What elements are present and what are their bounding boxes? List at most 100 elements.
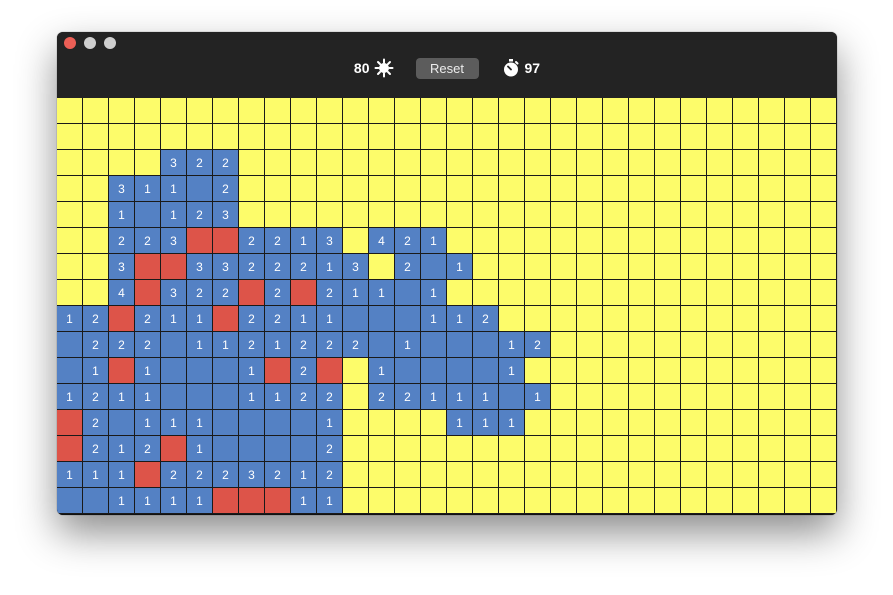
revealed-cell[interactable]: 2 (187, 150, 213, 176)
hidden-cell[interactable] (499, 488, 525, 514)
hidden-cell[interactable] (577, 436, 603, 462)
hidden-cell[interactable] (603, 254, 629, 280)
revealed-cell[interactable]: 2 (135, 332, 161, 358)
revealed-cell[interactable]: 2 (265, 306, 291, 332)
hidden-cell[interactable] (785, 150, 811, 176)
hidden-cell[interactable] (629, 332, 655, 358)
flagged-cell[interactable] (109, 358, 135, 384)
hidden-cell[interactable] (733, 358, 759, 384)
hidden-cell[interactable] (499, 202, 525, 228)
hidden-cell[interactable] (577, 306, 603, 332)
hidden-cell[interactable] (525, 410, 551, 436)
hidden-cell[interactable] (603, 98, 629, 124)
revealed-cell[interactable]: 1 (187, 436, 213, 462)
revealed-cell[interactable]: 1 (135, 410, 161, 436)
hidden-cell[interactable] (551, 436, 577, 462)
revealed-cell[interactable]: 2 (187, 202, 213, 228)
hidden-cell[interactable] (785, 436, 811, 462)
revealed-cell[interactable]: 1 (421, 280, 447, 306)
hidden-cell[interactable] (525, 228, 551, 254)
revealed-cell[interactable]: 1 (369, 280, 395, 306)
revealed-cell[interactable]: 3 (187, 254, 213, 280)
hidden-cell[interactable] (57, 150, 83, 176)
revealed-cell[interactable]: 2 (317, 280, 343, 306)
hidden-cell[interactable] (785, 358, 811, 384)
hidden-cell[interactable] (369, 410, 395, 436)
revealed-cell[interactable]: 1 (83, 462, 109, 488)
revealed-cell[interactable]: 2 (265, 254, 291, 280)
hidden-cell[interactable] (57, 254, 83, 280)
hidden-cell[interactable] (473, 124, 499, 150)
hidden-cell[interactable] (655, 306, 681, 332)
hidden-cell[interactable] (733, 254, 759, 280)
hidden-cell[interactable] (759, 254, 785, 280)
revealed-cell[interactable]: 2 (135, 228, 161, 254)
hidden-cell[interactable] (655, 358, 681, 384)
hidden-cell[interactable] (733, 176, 759, 202)
hidden-cell[interactable] (135, 98, 161, 124)
hidden-cell[interactable] (369, 98, 395, 124)
revealed-cell[interactable]: 1 (291, 228, 317, 254)
hidden-cell[interactable] (733, 436, 759, 462)
revealed-cell[interactable]: 2 (83, 332, 109, 358)
hidden-cell[interactable] (681, 228, 707, 254)
hidden-cell[interactable] (135, 124, 161, 150)
hidden-cell[interactable] (525, 254, 551, 280)
hidden-cell[interactable] (447, 462, 473, 488)
revealed-cell[interactable]: 2 (213, 176, 239, 202)
revealed-cell[interactable]: 2 (239, 228, 265, 254)
revealed-cell[interactable] (187, 176, 213, 202)
flagged-cell[interactable] (213, 306, 239, 332)
hidden-cell[interactable] (681, 306, 707, 332)
hidden-cell[interactable] (733, 384, 759, 410)
hidden-cell[interactable] (759, 436, 785, 462)
hidden-cell[interactable] (421, 150, 447, 176)
hidden-cell[interactable] (655, 150, 681, 176)
hidden-cell[interactable] (655, 98, 681, 124)
revealed-cell[interactable]: 2 (317, 332, 343, 358)
hidden-cell[interactable] (603, 358, 629, 384)
hidden-cell[interactable] (551, 280, 577, 306)
revealed-cell[interactable]: 2 (161, 462, 187, 488)
hidden-cell[interactable] (447, 202, 473, 228)
hidden-cell[interactable] (551, 410, 577, 436)
hidden-cell[interactable] (759, 306, 785, 332)
hidden-cell[interactable] (759, 176, 785, 202)
hidden-cell[interactable] (733, 124, 759, 150)
hidden-cell[interactable] (447, 98, 473, 124)
revealed-cell[interactable]: 1 (291, 488, 317, 514)
revealed-cell[interactable] (161, 384, 187, 410)
hidden-cell[interactable] (681, 254, 707, 280)
hidden-cell[interactable] (577, 98, 603, 124)
revealed-cell[interactable]: 1 (187, 488, 213, 514)
hidden-cell[interactable] (473, 150, 499, 176)
hidden-cell[interactable] (655, 228, 681, 254)
hidden-cell[interactable] (421, 98, 447, 124)
hidden-cell[interactable] (733, 306, 759, 332)
hidden-cell[interactable] (655, 462, 681, 488)
hidden-cell[interactable] (421, 124, 447, 150)
revealed-cell[interactable]: 2 (239, 306, 265, 332)
hidden-cell[interactable] (499, 280, 525, 306)
hidden-cell[interactable] (395, 150, 421, 176)
hidden-cell[interactable] (551, 358, 577, 384)
hidden-cell[interactable] (525, 488, 551, 514)
hidden-cell[interactable] (265, 98, 291, 124)
hidden-cell[interactable] (421, 176, 447, 202)
hidden-cell[interactable] (525, 306, 551, 332)
revealed-cell[interactable]: 3 (161, 228, 187, 254)
flagged-cell[interactable] (239, 488, 265, 514)
hidden-cell[interactable] (291, 98, 317, 124)
hidden-cell[interactable] (525, 358, 551, 384)
hidden-cell[interactable] (629, 280, 655, 306)
hidden-cell[interactable] (525, 176, 551, 202)
hidden-cell[interactable] (811, 410, 837, 436)
hidden-cell[interactable] (551, 98, 577, 124)
hidden-cell[interactable] (395, 176, 421, 202)
hidden-cell[interactable] (239, 150, 265, 176)
hidden-cell[interactable] (707, 254, 733, 280)
revealed-cell[interactable]: 1 (161, 202, 187, 228)
hidden-cell[interactable] (447, 280, 473, 306)
revealed-cell[interactable]: 1 (447, 254, 473, 280)
hidden-cell[interactable] (265, 124, 291, 150)
